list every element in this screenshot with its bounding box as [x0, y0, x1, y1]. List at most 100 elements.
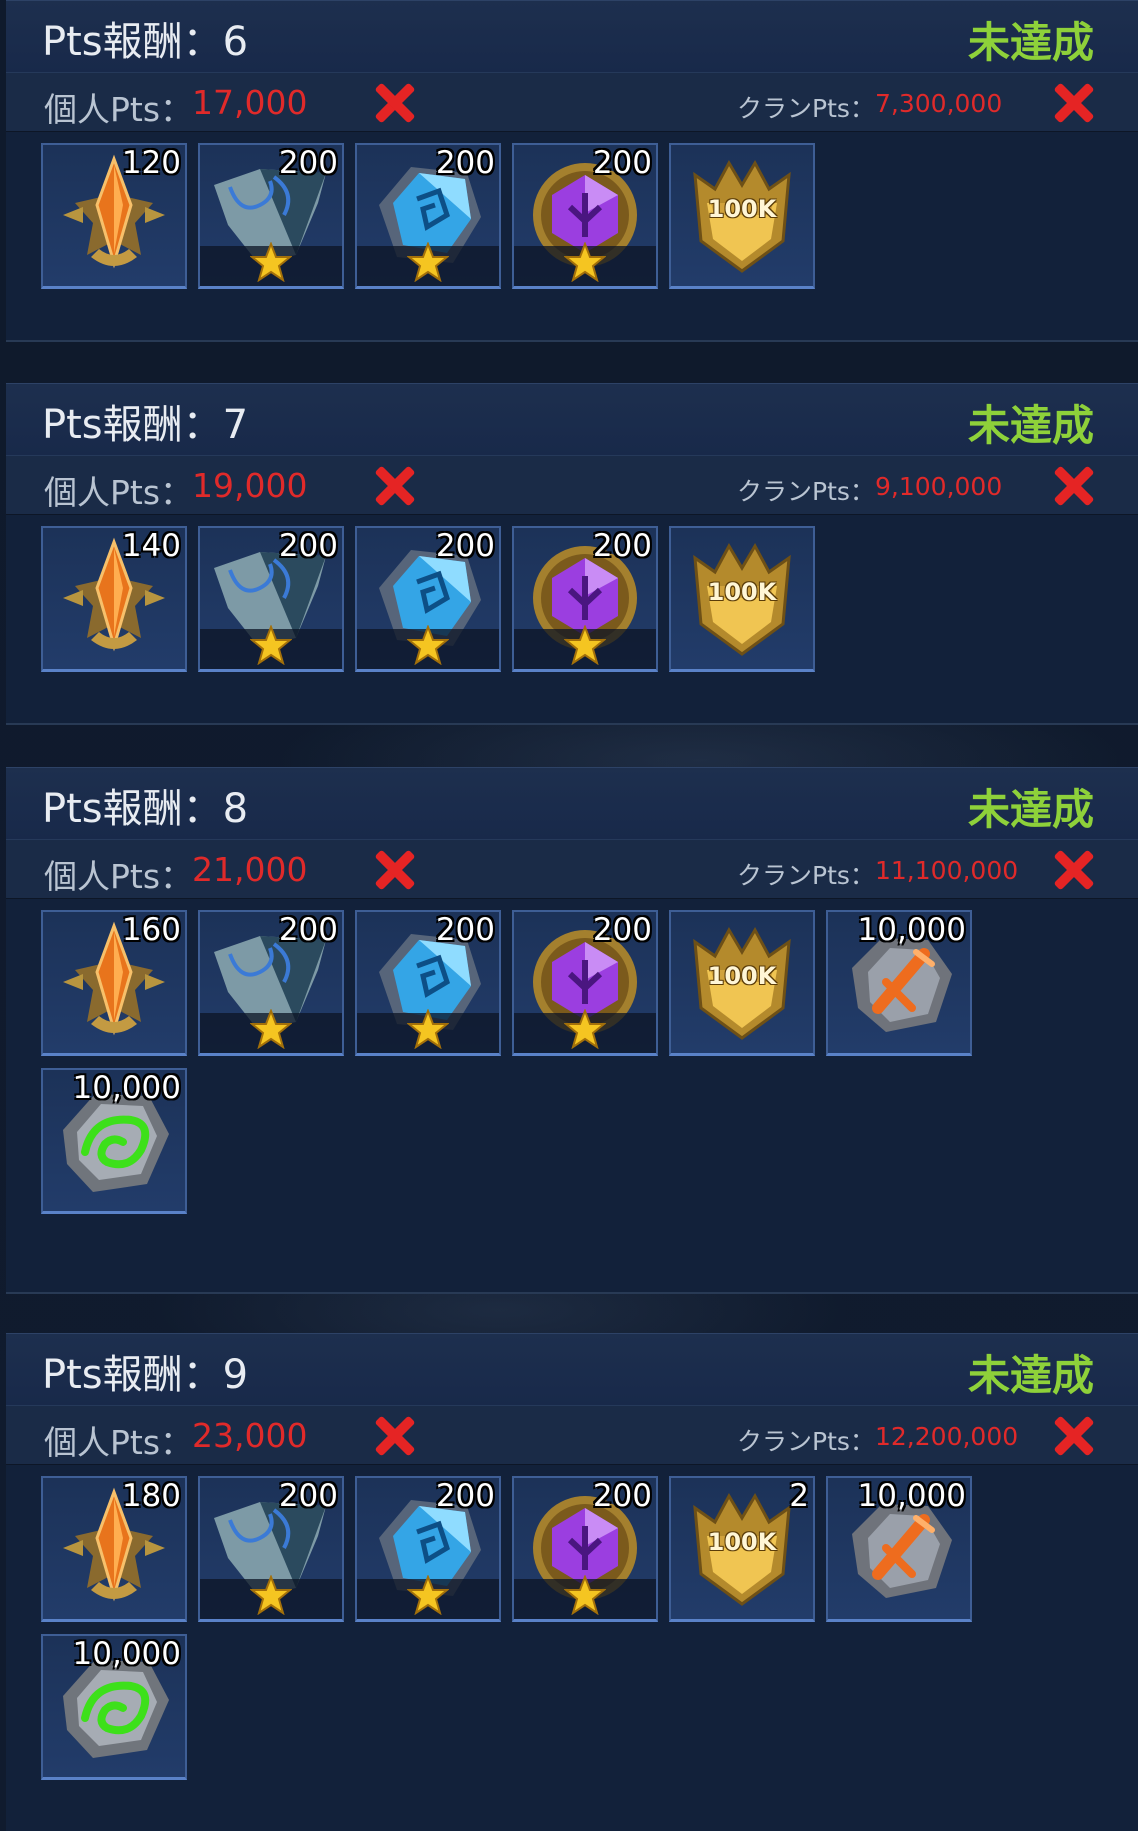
reward-section-6: Pts報酬：6 未達成 個人Pts： 17,000 クランPts： 7,300,…: [6, 0, 1138, 342]
item-quantity: 200: [592, 145, 652, 181]
badge-label: 100K: [707, 1528, 777, 1556]
reward-item[interactable]: 160: [41, 910, 187, 1056]
item-quantity: 200: [278, 912, 338, 948]
reward-section-8: Pts報酬：8 未達成 個人Pts： 21,000 クランPts： 11,100…: [6, 767, 1138, 1294]
personal-pts-value: 17,000: [192, 83, 308, 122]
item-quantity: 200: [592, 528, 652, 564]
reward-section-7: Pts報酬：7 未達成 個人Pts： 19,000 クランPts： 9,100,…: [6, 383, 1138, 725]
star-icon: [563, 1574, 607, 1619]
section-title: Pts報酬：6: [42, 19, 249, 65]
star-icon: [563, 624, 607, 669]
clan-pts-value: 11,100,000: [875, 856, 1019, 885]
badge-label: 100K: [707, 962, 777, 990]
status-label: 未達成: [967, 1351, 1094, 1400]
status-label: 未達成: [967, 785, 1094, 834]
clan-not-met-icon: [1052, 464, 1096, 508]
item-quantity: 10,000: [72, 1636, 181, 1672]
reward-item[interactable]: 200: [512, 143, 658, 289]
reward-item[interactable]: 100K: [669, 143, 815, 289]
section-title: Pts報酬：9: [42, 1352, 249, 1398]
item-quantity: 10,000: [72, 1070, 181, 1106]
reward-item[interactable]: 180: [41, 1476, 187, 1622]
reward-item[interactable]: 100K: [669, 910, 815, 1056]
star-icon: [406, 624, 450, 669]
item-quantity: 200: [592, 912, 652, 948]
personal-pts-label: 個人Pts：: [44, 857, 194, 896]
section-title: Pts報酬：8: [42, 786, 249, 832]
reward-item[interactable]: 200: [198, 910, 344, 1056]
reward-item[interactable]: 200: [355, 143, 501, 289]
reward-item[interactable]: 200: [512, 526, 658, 672]
reward-item[interactable]: 200: [198, 143, 344, 289]
badge-label: 100K: [707, 195, 777, 223]
status-label: 未達成: [967, 401, 1094, 450]
reward-item[interactable]: 200: [355, 910, 501, 1056]
personal-pts-value: 21,000: [192, 850, 308, 889]
personal-pts-label: 個人Pts：: [44, 473, 194, 512]
clan-pts-label: クランPts：: [737, 477, 875, 506]
reward-item[interactable]: 10,000: [41, 1068, 187, 1214]
points-row: 個人Pts： 23,000 クランPts： 12,200,000: [6, 1405, 1138, 1465]
section-title: Pts報酬：7: [42, 402, 249, 448]
star-icon: [406, 1574, 450, 1619]
reward-item[interactable]: 100K 2: [669, 1476, 815, 1622]
item-quantity: 180: [121, 1478, 181, 1514]
points-row: 個人Pts： 21,000 クランPts： 11,100,000: [6, 839, 1138, 899]
points-row: 個人Pts： 17,000 クランPts： 7,300,000: [6, 72, 1138, 132]
reward-item[interactable]: 140: [41, 526, 187, 672]
status-label: 未達成: [967, 18, 1094, 67]
star-icon: [406, 1008, 450, 1053]
section-header: Pts報酬：6 未達成: [6, 0, 1138, 73]
star-icon: [249, 1574, 293, 1619]
reward-item[interactable]: 10,000: [826, 1476, 972, 1622]
clan-not-met-icon: [1052, 848, 1096, 892]
reward-item[interactable]: 10,000: [826, 910, 972, 1056]
reward-item[interactable]: 200: [198, 1476, 344, 1622]
personal-not-met-icon: [373, 464, 417, 508]
item-quantity: 140: [121, 528, 181, 564]
item-quantity: 200: [435, 145, 495, 181]
personal-pts-value: 19,000: [192, 466, 308, 505]
item-quantity: 10,000: [857, 912, 966, 948]
reward-item[interactable]: 120: [41, 143, 187, 289]
star-icon: [406, 241, 450, 286]
badge-label: 100K: [707, 578, 777, 606]
reward-item[interactable]: 200: [512, 910, 658, 1056]
item-quantity: 200: [278, 145, 338, 181]
clan-pts-value: 7,300,000: [875, 89, 1003, 118]
clan-pts-label: クランPts：: [737, 861, 875, 890]
reward-item[interactable]: 200: [355, 526, 501, 672]
clan-pts-label: クランPts：: [737, 94, 875, 123]
personal-pts-value: 23,000: [192, 1416, 308, 1455]
star-icon: [563, 241, 607, 286]
clan-pts-label: クランPts：: [737, 1427, 875, 1456]
star-icon: [563, 1008, 607, 1053]
reward-item[interactable]: 200: [198, 526, 344, 672]
clan-not-met-icon: [1052, 1414, 1096, 1458]
clan-pts-value: 12,200,000: [875, 1422, 1019, 1451]
clan-not-met-icon: [1052, 81, 1096, 125]
reward-item[interactable]: 10,000: [41, 1634, 187, 1780]
item-quantity: 160: [121, 912, 181, 948]
section-header: Pts報酬：9 未達成: [6, 1333, 1138, 1406]
star-icon: [249, 241, 293, 286]
item-quantity: 200: [435, 528, 495, 564]
item-quantity: 10,000: [857, 1478, 966, 1514]
item-quantity: 200: [278, 1478, 338, 1514]
section-header: Pts報酬：7 未達成: [6, 383, 1138, 456]
star-icon: [249, 1008, 293, 1053]
reward-item[interactable]: 200: [355, 1476, 501, 1622]
personal-not-met-icon: [373, 81, 417, 125]
personal-not-met-icon: [373, 1414, 417, 1458]
item-quantity: 120: [121, 145, 181, 181]
item-quantity: 200: [435, 1478, 495, 1514]
reward-item[interactable]: 200: [512, 1476, 658, 1622]
item-quantity: 200: [592, 1478, 652, 1514]
item-quantity: 200: [278, 528, 338, 564]
clan-pts-value: 9,100,000: [875, 472, 1003, 501]
personal-pts-label: 個人Pts：: [44, 1423, 194, 1462]
personal-pts-label: 個人Pts：: [44, 90, 194, 129]
reward-section-9: Pts報酬：9 未達成 個人Pts： 23,000 クランPts： 12,200…: [6, 1333, 1138, 1831]
reward-item[interactable]: 100K: [669, 526, 815, 672]
personal-not-met-icon: [373, 848, 417, 892]
